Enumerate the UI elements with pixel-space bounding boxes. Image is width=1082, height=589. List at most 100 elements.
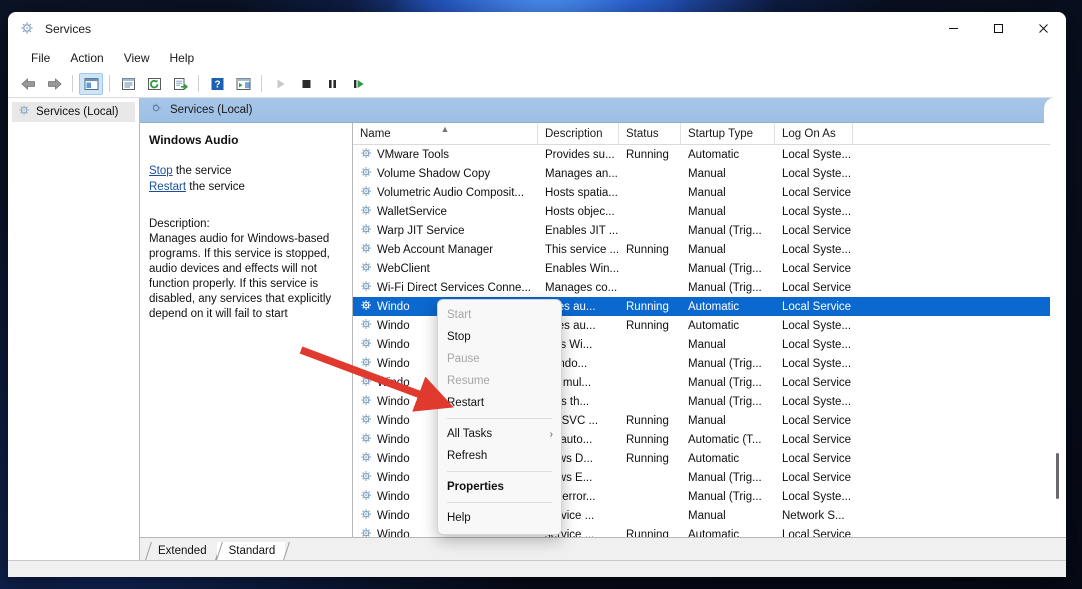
cell-description: Enables JIT ... <box>538 225 619 237</box>
services-gear-icon <box>18 104 31 120</box>
export-list-icon[interactable] <box>168 73 192 95</box>
service-gear-icon <box>360 242 373 258</box>
cell-log-on-as: Local Service <box>775 453 853 465</box>
table-row[interactable]: Volumetric Audio Composit...Hosts spatia… <box>353 183 1066 202</box>
context-menu-item-all-tasks[interactable]: All Tasks › <box>438 423 561 445</box>
restart-service-suffix: the service <box>186 181 245 193</box>
cell-log-on-as: Network S... <box>775 510 853 522</box>
minimize-button[interactable] <box>931 12 976 45</box>
pause-service-icon[interactable] <box>320 73 344 95</box>
cell-startup-type: Manual <box>681 415 775 427</box>
toolbar-separator <box>198 75 199 92</box>
forward-icon[interactable] <box>42 73 66 95</box>
restart-service-icon[interactable] <box>346 73 370 95</box>
context-menu-item-stop[interactable]: Stop <box>438 326 561 348</box>
context-menu: StartStopPauseResumeRestartAll Tasks›Ref… <box>437 299 562 535</box>
tab-standard[interactable]: Standard <box>217 542 286 560</box>
back-icon[interactable] <box>16 73 40 95</box>
service-gear-icon <box>360 337 373 353</box>
cell-startup-type: Manual <box>681 168 775 180</box>
menu-help[interactable]: Help <box>161 49 204 67</box>
context-menu-item-properties[interactable]: Properties <box>438 476 561 498</box>
svg-text:?: ? <box>214 79 220 90</box>
chevron-right-icon: › <box>550 429 553 440</box>
restart-service-link[interactable]: Restart <box>149 181 186 193</box>
context-menu-item-refresh[interactable]: Refresh <box>438 445 561 467</box>
stop-service-icon[interactable] <box>294 73 318 95</box>
cell-log-on-as: Local Syste... <box>775 206 853 218</box>
context-menu-item-resume: Resume <box>438 370 561 392</box>
cell-log-on-as: Local Syste... <box>775 244 853 256</box>
service-gear-icon <box>360 375 373 391</box>
column-header-log-on-as[interactable]: Log On As <box>775 123 853 144</box>
service-gear-icon <box>360 185 373 201</box>
menu-separator <box>447 502 552 503</box>
vertical-scrollbar[interactable] <box>1050 123 1066 537</box>
service-gear-icon <box>360 147 373 163</box>
tab-extended[interactable]: Extended <box>146 542 217 560</box>
cell-startup-type: Automatic <box>681 529 775 538</box>
properties-icon[interactable] <box>116 73 140 95</box>
service-name-text: Volumetric Audio Composit... <box>377 187 524 199</box>
menu-action[interactable]: Action <box>61 49 112 67</box>
service-name-text: Windo <box>377 510 410 522</box>
column-header-status[interactable]: Status <box>619 123 681 144</box>
service-name-text: Warp JIT Service <box>377 225 465 237</box>
table-row[interactable]: WalletServiceHosts objec...ManualLocal S… <box>353 202 1066 221</box>
table-row[interactable]: VMware ToolsProvides su...RunningAutomat… <box>353 145 1066 164</box>
context-menu-item-help[interactable]: Help <box>438 507 561 529</box>
scrollbar-thumb[interactable] <box>1056 453 1059 499</box>
table-row[interactable]: Web Account ManagerThis service ...Runni… <box>353 240 1066 259</box>
maximize-button[interactable] <box>976 12 1021 45</box>
service-name-text: Windo <box>377 472 410 484</box>
cell-startup-type: Manual <box>681 187 775 199</box>
service-name-text: WebClient <box>377 263 430 275</box>
service-gear-icon <box>360 413 373 429</box>
cell-startup-type: Manual (Trig... <box>681 491 775 503</box>
service-description: Manages audio for Windows-based programs… <box>149 232 340 322</box>
menu-file[interactable]: File <box>22 49 59 67</box>
service-name-text: WalletService <box>377 206 447 218</box>
context-menu-item-restart[interactable]: Restart <box>438 392 561 414</box>
table-row[interactable]: WebClientEnables Win...Manual (Trig...Lo… <box>353 259 1066 278</box>
services-gear-icon <box>150 102 163 118</box>
show-hide-console-tree-icon[interactable] <box>79 73 103 95</box>
column-header-description[interactable]: Description <box>538 123 619 144</box>
cell-log-on-as: Local Service <box>775 434 853 446</box>
refresh-icon[interactable] <box>142 73 166 95</box>
service-name-text: Windo <box>377 320 410 332</box>
context-menu-item-label: All Tasks <box>447 428 492 440</box>
help-icon[interactable]: ? <box>205 73 229 95</box>
menu-view[interactable]: View <box>115 49 159 67</box>
service-gear-icon <box>360 166 373 182</box>
service-gear-icon <box>360 261 373 277</box>
cell-status: Running <box>619 529 681 538</box>
service-gear-icon <box>360 280 373 296</box>
show-hide-action-pane-icon[interactable] <box>231 73 255 95</box>
table-row[interactable]: Volume Shadow CopyManages an...ManualLoc… <box>353 164 1066 183</box>
table-row[interactable]: Wi-Fi Direct Services Conne...Manages co… <box>353 278 1066 297</box>
column-header-name[interactable]: Name ▲ <box>353 123 538 144</box>
service-name-text: Windo <box>377 301 410 313</box>
cell-startup-type: Manual (Trig... <box>681 263 775 275</box>
sidebar-item-services-local[interactable]: Services (Local) <box>12 102 135 122</box>
cell-log-on-as: Local Syste... <box>775 358 853 370</box>
cell-log-on-as: Local Syste... <box>775 396 853 408</box>
service-gear-icon <box>360 299 373 315</box>
service-gear-icon <box>360 432 373 448</box>
cell-description: Provides su... <box>538 149 619 161</box>
list-column-headers: Name ▲ Description Status Startup Type L… <box>353 123 1066 145</box>
cell-description: Hosts objec... <box>538 206 619 218</box>
table-row[interactable]: Warp JIT ServiceEnables JIT ...Manual (T… <box>353 221 1066 240</box>
cell-startup-type: Manual <box>681 510 775 522</box>
stop-service-link[interactable]: Stop <box>149 165 173 177</box>
service-name-text: Volume Shadow Copy <box>377 168 490 180</box>
restart-service-action: Restart the service <box>149 180 340 195</box>
start-service-icon[interactable] <box>268 73 292 95</box>
cell-log-on-as: Local Syste... <box>775 320 853 332</box>
pane-split: Windows Audio Stop the service Restart t… <box>140 123 1066 537</box>
cell-startup-type: Manual (Trig... <box>681 472 775 484</box>
column-header-startup-type[interactable]: Startup Type <box>681 123 775 144</box>
context-menu-item-label: Pause <box>447 353 480 365</box>
close-button[interactable] <box>1021 12 1066 45</box>
